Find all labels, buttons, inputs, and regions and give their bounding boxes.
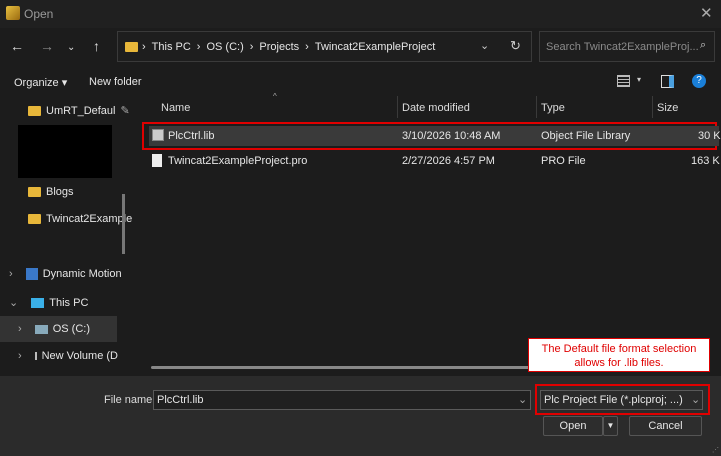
sidebar-item-umrt[interactable]: UmRT_Defaul ✎: [28, 104, 130, 117]
close-icon[interactable]: ✕: [700, 4, 713, 22]
file-size: 30 K: [698, 130, 721, 142]
file-date: 3/10/2026 10:48 AM: [402, 130, 501, 142]
folder-icon: [28, 214, 41, 224]
file-name: PlcCtrl.lib: [168, 130, 215, 142]
annotation-line: allows for .lib files.: [574, 357, 664, 369]
chevron-down-icon[interactable]: ⌄: [518, 393, 527, 406]
column-size[interactable]: Size: [657, 102, 678, 114]
sidebar-item-blogs[interactable]: Blogs: [28, 186, 74, 198]
file-name-value: PlcCtrl.lib: [157, 394, 204, 406]
open-dropdown-button[interactable]: ▼: [603, 416, 618, 436]
computer-icon: [31, 297, 45, 308]
file-row[interactable]: Twincat2ExampleProject.pro 2/27/2026 4:5…: [149, 151, 720, 171]
column-name[interactable]: Name: [161, 102, 190, 114]
file-type: PRO File: [541, 155, 586, 167]
drive-icon: [34, 352, 37, 360]
crumb[interactable]: Twincat2ExampleProject: [315, 41, 435, 53]
file-name-input[interactable]: PlcCtrl.lib ⌄: [153, 390, 531, 410]
app-icon: [6, 6, 20, 20]
file-name-label: File name:: [104, 394, 156, 406]
folder-icon: [125, 42, 138, 52]
crumb[interactable]: OS (C:): [206, 41, 243, 53]
file-name: Twincat2ExampleProject.pro: [168, 155, 308, 167]
file-list: ^ Name Date modified Type Size PlcCtrl.l…: [142, 92, 721, 376]
sidebar-item-dynamic-motion[interactable]: › Dynamic Motion: [9, 268, 122, 280]
title-bar: Open ✕: [0, 0, 721, 28]
new-folder-button[interactable]: New folder: [89, 76, 142, 88]
crumb[interactable]: This PC: [152, 41, 191, 53]
file-date: 2/27/2026 4:57 PM: [402, 155, 495, 167]
search-input[interactable]: Search Twincat2ExampleProj... ⌕: [539, 31, 715, 62]
drive-icon: [34, 324, 48, 334]
file-icon: [152, 154, 162, 167]
crumb[interactable]: Projects: [259, 41, 299, 53]
sidebar-item-this-pc[interactable]: ⌄ This PC: [9, 296, 88, 310]
address-bar[interactable]: › This PC › OS (C:) › Projects › Twincat2Exa…: [117, 31, 532, 62]
column-divider: [652, 96, 653, 118]
column-date[interactable]: Date modified: [402, 102, 470, 114]
resize-grip-icon[interactable]: ⋰: [712, 446, 719, 454]
organize-button[interactable]: Organize ▾: [14, 76, 67, 89]
sidebar-item-os-c[interactable]: › OS (C:): [18, 323, 90, 335]
window-title: Open: [24, 7, 54, 21]
file-row[interactable]: PlcCtrl.lib 3/10/2026 10:48 AM Object Fi…: [149, 126, 721, 146]
help-icon[interactable]: ?: [692, 74, 706, 88]
annotation-callout: The Default file format selection allows…: [528, 338, 710, 372]
preview-pane-icon[interactable]: [661, 75, 674, 88]
sort-arrow-icon: ^: [273, 92, 277, 101]
search-placeholder: Search Twincat2ExampleProj...: [546, 41, 699, 53]
column-divider: [397, 96, 398, 118]
file-size: 163 K: [691, 155, 720, 167]
sidebar-item-new-volume[interactable]: › New Volume (D: [18, 350, 118, 362]
cloud-folder-icon: [25, 268, 38, 280]
sidebar-item-twincat2example[interactable]: Twincat2Example: [28, 213, 132, 225]
up-icon[interactable]: ↑: [93, 38, 100, 54]
cancel-button[interactable]: Cancel: [629, 416, 702, 436]
navigation-pane: UmRT_Defaul ✎ Blogs Twincat2Example › Dyn…: [0, 94, 132, 376]
pin-icon: ✎: [120, 105, 130, 117]
annotation-line: The Default file format selection: [541, 343, 697, 355]
file-type-select[interactable]: Plc Project File (*.plcproj; ...) ⌄: [540, 390, 703, 410]
file-type: Object File Library: [541, 130, 631, 142]
folder-icon: [28, 105, 41, 116]
chevron-down-icon[interactable]: ⌄: [67, 42, 75, 53]
view-options-icon[interactable]: [617, 75, 630, 87]
library-file-icon: [152, 129, 164, 141]
redacted-block: [18, 125, 112, 178]
open-button[interactable]: Open: [543, 416, 603, 436]
bottom-panel: File name: PlcCtrl.lib ⌄ Plc Project Fil…: [0, 376, 721, 456]
back-icon[interactable]: ←: [10, 38, 24, 54]
refresh-icon[interactable]: ↻: [510, 38, 521, 54]
folder-icon: [28, 187, 41, 197]
file-type-value: Plc Project File (*.plcproj; ...): [544, 394, 683, 406]
address-dropdown-icon[interactable]: ⌄: [480, 39, 489, 52]
search-icon: ⌕: [700, 39, 707, 51]
horizontal-scrollbar[interactable]: [151, 366, 531, 369]
sidebar-scrollbar[interactable]: [122, 194, 125, 254]
column-divider: [536, 96, 537, 118]
chevron-down-icon: ⌄: [691, 394, 701, 406]
view-dropdown-icon[interactable]: ▾: [637, 75, 641, 84]
breadcrumb: › This PC › OS (C:) › Projects › Twincat2Exa…: [142, 41, 436, 53]
forward-icon[interactable]: →: [40, 38, 54, 54]
column-type[interactable]: Type: [541, 102, 565, 114]
